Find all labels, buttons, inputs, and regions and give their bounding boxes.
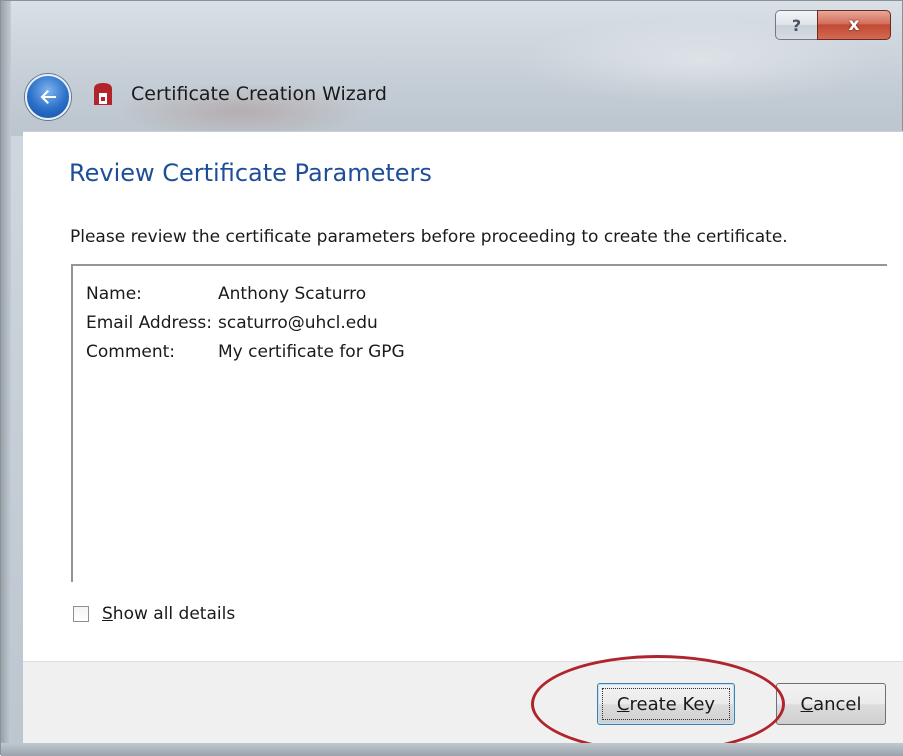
cancel-label: Cancel (801, 694, 862, 715)
details-key: Comment: (86, 342, 176, 362)
details-key: Name: (86, 284, 142, 304)
details-row-name: Name: Anthony Scaturro (86, 284, 366, 304)
help-button[interactable]: ? (775, 10, 817, 40)
kleopatra-certificate-icon (94, 83, 112, 105)
label-text: ancel (813, 693, 862, 715)
show-all-details-checkbox[interactable] (73, 606, 89, 622)
window-title: Certificate Creation Wizard (131, 83, 387, 105)
label-text: how all details (112, 604, 236, 624)
details-value: scaturro@uhcl.edu (218, 313, 378, 333)
show-all-details-option[interactable]: Show all details (73, 604, 235, 624)
details-value: My certificate for GPG (218, 342, 405, 362)
titlebar-buttons: ? x (775, 10, 891, 40)
page-instructions: Please review the certificate parameters… (70, 227, 788, 247)
page-heading: Review Certificate Parameters (69, 159, 432, 187)
focus-rectangle (602, 688, 730, 720)
create-key-button[interactable]: Create Key (597, 683, 735, 725)
close-button[interactable]: x (817, 10, 891, 40)
back-arrow-icon (40, 90, 56, 104)
details-row-email: Email Address: scaturro@uhcl.edu (86, 313, 378, 333)
show-all-details-label[interactable]: Show all details (102, 604, 235, 624)
window-edge (1, 1, 11, 756)
cancel-button[interactable]: Cancel (776, 683, 886, 725)
window-bottom-edge (1, 743, 903, 756)
close-icon: x (848, 15, 860, 35)
button-bar: Create Key Cancel (23, 661, 903, 744)
help-icon: ? (791, 15, 802, 35)
back-button[interactable] (25, 74, 71, 120)
access-key: S (102, 604, 113, 624)
wizard-page: Review Certificate Parameters Please rev… (23, 131, 903, 662)
details-row-comment: Comment: My certificate for GPG (86, 342, 405, 362)
access-key: C (800, 693, 814, 715)
wizard-window: ? x Certificate Creation Wizard Review C… (0, 0, 903, 756)
certificate-details-box[interactable]: Name: Anthony Scaturro Email Address: sc… (71, 264, 887, 582)
details-value: Anthony Scaturro (218, 284, 367, 304)
details-key: Email Address: (86, 313, 212, 333)
